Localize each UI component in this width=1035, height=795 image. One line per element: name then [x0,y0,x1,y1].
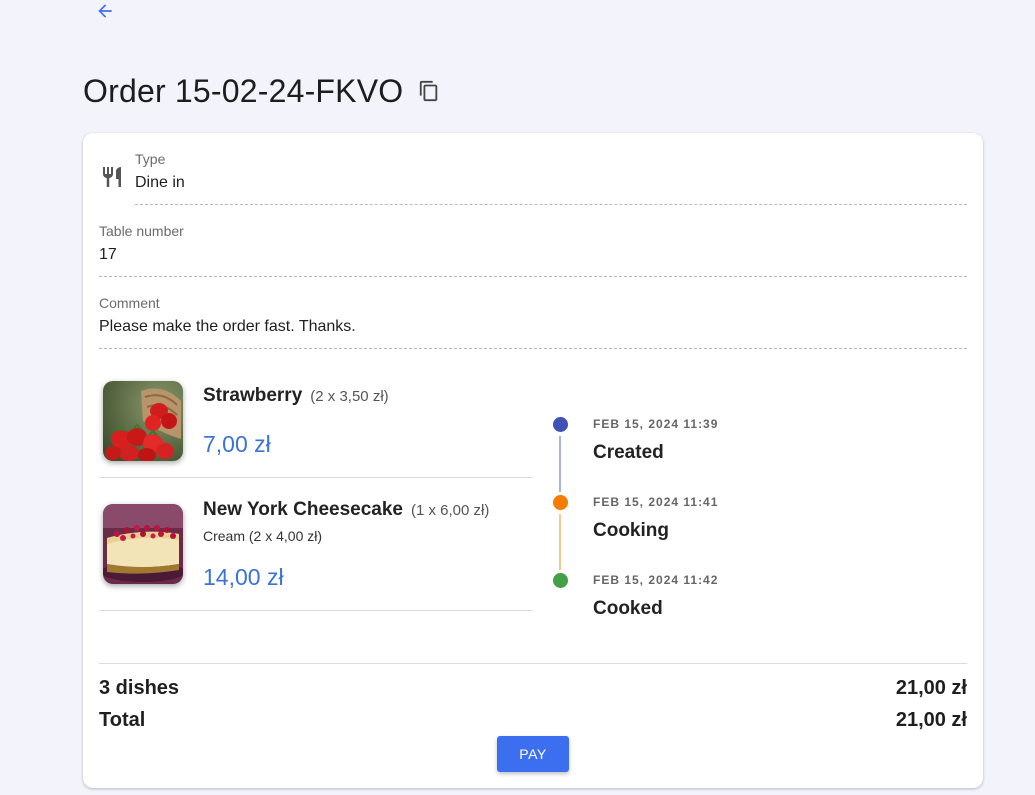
comment-field: Comment Please make the order fast. Than… [99,295,356,336]
total-label: Total [99,709,146,731]
dishes-count: 3 dishes [99,677,180,699]
copy-button[interactable] [417,79,441,103]
item-extra: Cream (2 x 4,00 zł) [203,528,323,544]
cheesecake-image [103,504,183,584]
page-title: Order 15-02-24-FKVO [83,72,404,109]
type-value: Dine in [135,174,185,191]
divider [135,204,967,205]
dishes-amount: 21,00 zł [895,677,967,699]
item-quantity: (2 x 3,50 zł) [310,388,389,405]
divider [99,276,967,277]
divider [99,663,967,664]
divider [99,610,533,611]
timeline-dot [553,417,568,432]
pay-button[interactable]: PAY [497,736,569,772]
timeline-connector [559,436,561,492]
item-quantity: (1 x 6,00 zł) [410,502,490,519]
type-field: Type Dine in [135,151,185,192]
table-number-label: Table number [99,223,184,239]
divider [99,477,533,478]
item-name: Strawberry (2 x 3,50 zł) [203,385,389,406]
timeline-status: Cooked [593,598,663,619]
timeline-connector [559,514,561,570]
order-card: Type Dine in Table number 17 Comment Ple… [83,133,983,788]
divider [99,348,967,349]
timeline-dot [553,573,568,588]
timeline-date: FEB 15, 2024 11:39 [593,417,719,431]
total-amount: 21,00 zł [895,709,967,731]
timeline-status: Cooking [593,520,669,541]
item-price: 14,00 zł [203,564,284,590]
arrow-left-icon [98,4,112,18]
fork-knife-icon [100,165,124,189]
timeline-date: FEB 15, 2024 11:42 [593,573,719,587]
timeline-date: FEB 15, 2024 11:41 [593,495,719,509]
timeline-dot [553,495,568,510]
back-button[interactable] [92,0,118,22]
title-row: Order 15-02-24-FKVO [83,70,441,112]
item-price: 7,00 zł [203,431,271,457]
comment-value: Please make the order fast. Thanks. [99,318,356,335]
comment-label: Comment [99,295,160,311]
strawberry-image [103,381,183,461]
type-label: Type [135,151,166,167]
table-number-field: Table number 17 [99,223,184,264]
copy-icon [420,80,438,102]
timeline-status: Created [593,442,664,463]
item-name: New York Cheesecake (1 x 6,00 zł) [203,499,490,520]
table-number-value: 17 [99,246,117,263]
